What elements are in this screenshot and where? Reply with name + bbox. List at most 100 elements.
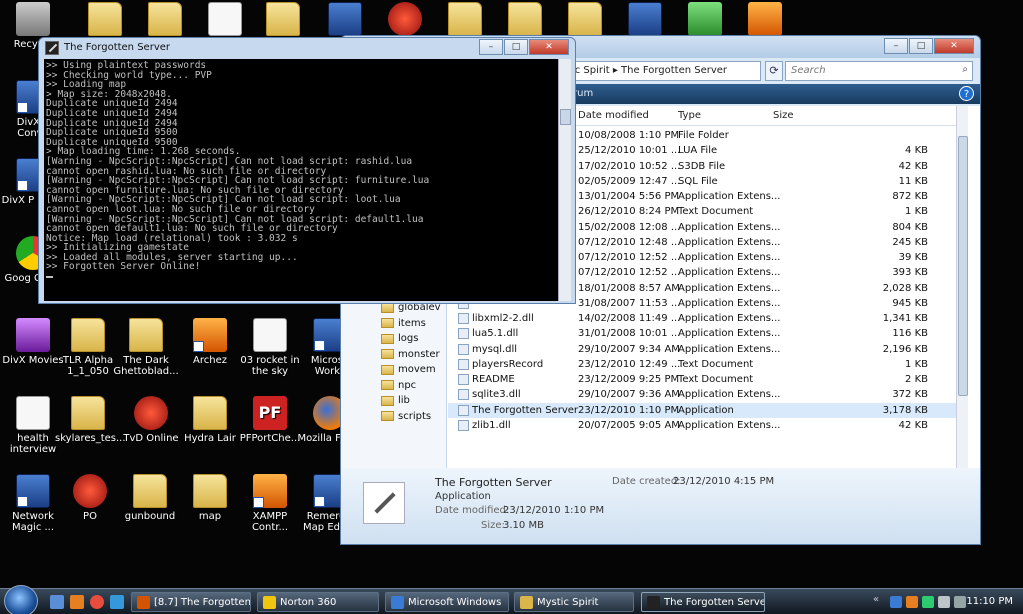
column-size[interactable]: Size: [773, 110, 794, 121]
desktop-icon[interactable]: map: [177, 474, 243, 522]
taskbar-app-icon: [520, 596, 533, 609]
desktop-icon[interactable]: The Dark Ghettoblad...: [113, 318, 179, 377]
folder-icon: [193, 474, 227, 508]
help-icon[interactable]: ?: [959, 86, 974, 101]
tray-security-icon[interactable]: [922, 596, 934, 608]
file-list-scrollbar[interactable]: [956, 106, 968, 468]
desktop-icon[interactable]: [612, 2, 678, 39]
firefox-icon[interactable]: [90, 595, 104, 609]
desktop-icon[interactable]: 03 rocket in the sky: [237, 318, 303, 377]
console-output[interactable]: >> Using plaintext passwords >> Checking …: [44, 59, 558, 301]
desktop-icon[interactable]: [492, 2, 558, 39]
address-segment-current[interactable]: The Forgotten Server: [621, 65, 727, 76]
refresh-icon[interactable]: ⟳: [765, 61, 783, 81]
desktop-icon[interactable]: [372, 2, 438, 39]
green-icon: [688, 2, 722, 36]
minimize-button[interactable]: –: [884, 38, 908, 54]
file-size: 42 KB: [898, 160, 928, 172]
desktop-icon[interactable]: [132, 2, 198, 39]
internet-explorer-icon[interactable]: [110, 595, 124, 609]
taskbar-button[interactable]: [8.7] The Forgotten ...: [131, 592, 251, 612]
column-type[interactable]: Type: [678, 110, 701, 121]
desktop-icon[interactable]: [552, 2, 618, 39]
nav-folder-item[interactable]: npc: [381, 378, 416, 393]
file-icon: [458, 389, 469, 401]
taskbar-button-label: Mystic Spirit: [537, 597, 599, 608]
console-scrollbar[interactable]: [558, 59, 571, 301]
address-bar[interactable]: tic Spirit ▸ The Forgotten Server: [561, 61, 761, 81]
taskbar-button-label: [8.7] The Forgotten ...: [154, 597, 251, 608]
desktop-icon[interactable]: Hydra Lair: [177, 396, 243, 444]
file-type: SQL File: [678, 175, 718, 187]
folder-icon: [381, 395, 394, 406]
desktop-icon[interactable]: TvD Online: [118, 396, 184, 444]
power-icon[interactable]: [954, 596, 966, 608]
desktop-icon[interactable]: [312, 2, 378, 39]
media-player-icon[interactable]: [70, 595, 84, 609]
scrollbar-thumb[interactable]: [958, 136, 968, 396]
console-scrollbar-thumb[interactable]: [560, 109, 571, 125]
nav-folder-item[interactable]: lib: [381, 393, 410, 408]
search-input[interactable]: Search ⌕: [785, 61, 973, 81]
show-desktop-icon[interactable]: [50, 595, 64, 609]
file-row[interactable]: The Forgotten Server 23/12/2010 1:10 PM Ap…: [448, 402, 968, 418]
desktop-icon[interactable]: [250, 2, 316, 39]
console-window[interactable]: The Forgotten Server – □ ✕ >> Using plai…: [38, 37, 576, 304]
taskbar-button[interactable]: Norton 360: [257, 592, 379, 612]
file-date: 13/01/2004 5:56 PM: [578, 191, 680, 202]
file-name: The Forgotten Server: [472, 404, 578, 416]
desktop-icon[interactable]: [672, 2, 738, 39]
desktop-icon[interactable]: XAMPP Contr...: [237, 474, 303, 533]
file-row[interactable]: libxml2-2.dll 14/02/2008 11:49 ... Applica…: [448, 311, 968, 326]
folder-icon: [381, 380, 394, 390]
desktop-icon[interactable]: gunbound: [117, 474, 183, 522]
file-row[interactable]: sqlite3.dll 29/10/2007 9:36 AM Application…: [448, 387, 968, 402]
file-row[interactable]: playersRecord 23/12/2010 12:49 ... Text Do…: [448, 357, 968, 372]
nav-folder-item[interactable]: monster: [381, 347, 440, 362]
console-minimize-button[interactable]: –: [479, 39, 503, 55]
doc-icon: [208, 2, 242, 36]
desktop-icon[interactable]: Archez: [177, 318, 243, 366]
close-button[interactable]: ✕: [934, 38, 974, 54]
taskbar-button[interactable]: The Forgotten Server: [641, 592, 765, 612]
file-date: 31/01/2008 10:01 ...: [578, 328, 681, 340]
console-maximize-button[interactable]: □: [504, 39, 528, 55]
file-size: 1 KB: [905, 358, 928, 370]
file-row[interactable]: mysql.dll 29/10/2007 9:34 AM Application E…: [448, 342, 968, 357]
details-pane: The Forgotten Server Application Date cr…: [341, 468, 980, 544]
desktop-icon[interactable]: PO: [57, 474, 123, 522]
maximize-button[interactable]: □: [909, 38, 933, 54]
console-close-button[interactable]: ✕: [529, 39, 569, 55]
taskbar-app-icon: [263, 596, 276, 609]
column-date-modified[interactable]: Date modified: [578, 110, 649, 121]
nav-folder-item[interactable]: logs: [381, 331, 418, 346]
file-row[interactable]: zlib1.dll 20/07/2005 9:05 AM Application E…: [448, 418, 968, 433]
nav-folder-item[interactable]: items: [381, 316, 426, 331]
desktop-icon[interactable]: TLR Alpha 1_1_050: [55, 318, 121, 377]
file-row[interactable]: README 23/12/2009 9:25 PM Text Document 2 K…: [448, 372, 968, 387]
tray-app-icon[interactable]: [906, 596, 918, 608]
desktop-icon[interactable]: [432, 2, 498, 39]
clock[interactable]: 11:10 PM: [966, 596, 1013, 607]
nav-folder-item[interactable]: scripts: [381, 409, 431, 424]
desktop-icon[interactable]: [72, 2, 138, 39]
tray-expand-icon[interactable]: «: [873, 594, 879, 605]
taskbar-button[interactable]: Microsoft Windows: [385, 592, 509, 612]
taskbar-button[interactable]: Mystic Spirit: [514, 592, 634, 612]
nav-folder-label: items: [398, 317, 426, 329]
file-row[interactable]: lua5.1.dll 31/01/2008 10:01 ... Applicatio…: [448, 326, 968, 341]
volume-icon[interactable]: [938, 596, 950, 608]
nav-folder-item[interactable]: movem: [381, 362, 436, 377]
desktop-icon[interactable]: skylares_tes...: [55, 396, 126, 444]
search-icon[interactable]: ⌕: [962, 64, 968, 75]
folder-icon: [448, 2, 482, 36]
file-date: 26/12/2010 8:24 PM: [578, 206, 680, 218]
console-titlebar[interactable]: The Forgotten Server – □ ✕: [39, 38, 575, 58]
file-size: 39 KB: [898, 252, 928, 263]
network-icon[interactable]: [890, 596, 902, 608]
desktop-icon[interactable]: [192, 2, 258, 39]
desktop-icon[interactable]: [732, 2, 798, 39]
details-created-label: Date created:: [612, 476, 681, 487]
start-button[interactable]: [4, 585, 38, 614]
desktop-icon[interactable]: PF PFPortChe...: [237, 396, 303, 444]
